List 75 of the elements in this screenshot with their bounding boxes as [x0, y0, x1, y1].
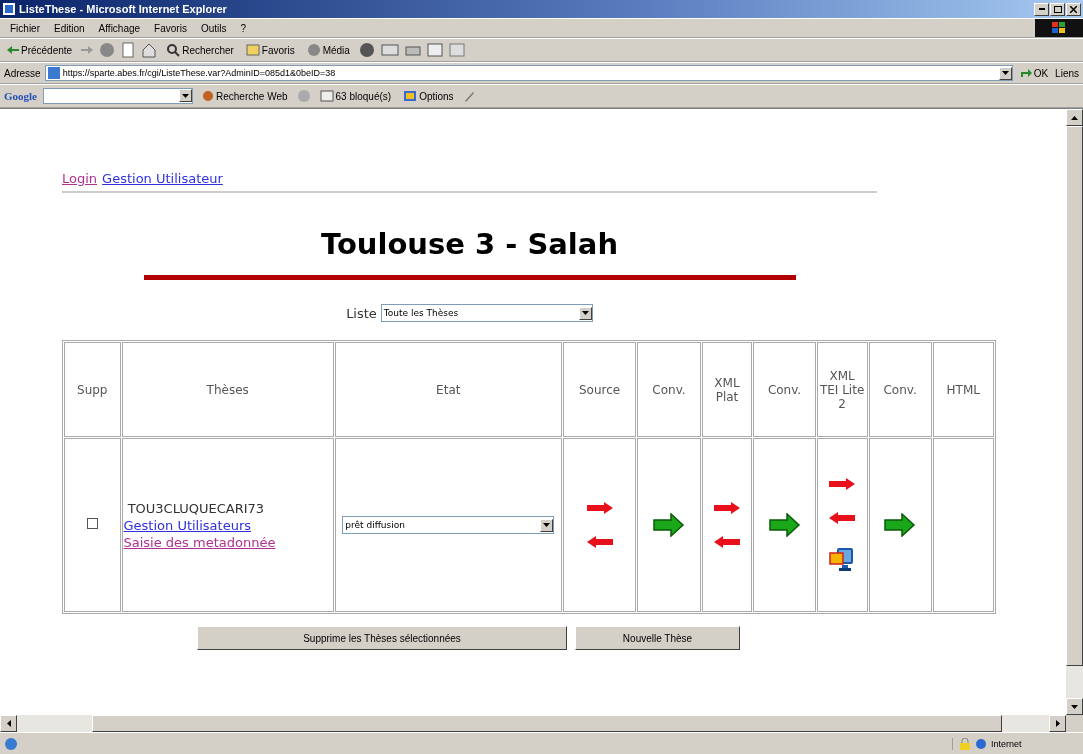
arrow-left-icon[interactable]: [713, 536, 741, 548]
form-button[interactable]: Supprime les Thèses sélectionnées: [197, 626, 567, 650]
search-button[interactable]: Rechercher: [163, 43, 237, 57]
windows-logo-icon: [1035, 19, 1083, 37]
close-icon: [1070, 5, 1077, 13]
column-header: Conv.: [868, 342, 932, 437]
google-logo[interactable]: Google: [4, 90, 37, 102]
nav-link[interactable]: Login: [62, 171, 98, 186]
back-button[interactable]: Précédente: [4, 44, 76, 56]
back-arrow-icon: [7, 46, 19, 54]
address-text: https://sparte.abes.fr/cgi/ListeThese.var?AdminID=085d1&0beID=38: [62, 68, 336, 78]
form-button[interactable]: Nouvelle Thèse: [575, 626, 740, 650]
arrow-right-icon[interactable]: [585, 502, 614, 514]
scroll-right-icon[interactable]: [1055, 720, 1060, 727]
media-button[interactable]: Média: [303, 43, 353, 57]
state-dropdown[interactable]: prêt diffusion: [342, 516, 555, 534]
column-header: Conv.: [637, 342, 701, 437]
menu-item[interactable]: Affichage: [92, 22, 147, 34]
monitor-icon[interactable]: [829, 546, 856, 572]
row-checkbox[interactable]: [86, 518, 98, 529]
lock-icon: [959, 737, 971, 750]
menu-item[interactable]: Edition: [48, 22, 91, 34]
vertical-scrollbar[interactable]: [1066, 109, 1083, 715]
horizontal-scrollbar[interactable]: [0, 715, 1066, 732]
arrow-left-icon[interactable]: [585, 536, 614, 548]
thesis-link[interactable]: Gestion Utilisateurs: [123, 517, 252, 533]
page-heading: Toulouse 3 - Salah: [319, 227, 620, 261]
arrow-right-icon[interactable]: [713, 502, 741, 514]
zone-label: Internet: [991, 738, 1022, 749]
maximize-button[interactable]: [1050, 2, 1065, 16]
list-dropdown[interactable]: Toute les Thèses: [380, 304, 593, 322]
menu-item[interactable]: ?: [234, 22, 253, 34]
minimize-icon: [1038, 8, 1045, 10]
column-header: XML TEI Lite 2: [816, 342, 868, 437]
thesis-link[interactable]: Saisie des metadonnée: [123, 534, 276, 550]
address-field[interactable]: https://sparte.abes.fr/cgi/ListeThese.var?AdminID=085d1&0beID=38: [44, 65, 1013, 81]
popup-blocker-button[interactable]: 63 bloqué(s): [316, 90, 395, 102]
scroll-down-icon[interactable]: [1071, 704, 1078, 709]
column-header: Source: [562, 342, 637, 437]
window-title: ListeThese - Microsoft Internet Explorer: [19, 3, 227, 15]
menu-item[interactable]: Outils: [194, 22, 233, 34]
list-label: Liste: [346, 305, 377, 321]
google-search-field[interactable]: [43, 88, 193, 104]
go-arrow-icon: [1019, 68, 1032, 78]
menu-item[interactable]: Fichier: [4, 22, 46, 34]
column-header: HTML: [932, 342, 994, 437]
column-header: Supp: [64, 342, 121, 437]
column-header: Thèses: [121, 342, 334, 437]
address-label: Adresse: [4, 67, 41, 79]
scroll-left-icon[interactable]: [6, 720, 11, 727]
window-icon: [319, 90, 334, 102]
browser-icon: [2, 2, 16, 16]
close-button[interactable]: [1066, 2, 1081, 16]
home-icon[interactable]: [141, 42, 158, 58]
thesis-id: TOU3CLUQUECARI73: [126, 499, 266, 517]
arrow-right-icon[interactable]: [653, 513, 685, 537]
arrow-right-icon[interactable]: [828, 478, 857, 490]
favorites-button[interactable]: Favoris: [242, 44, 298, 56]
arrow-right-icon[interactable]: [884, 513, 917, 537]
links-label[interactable]: Liens: [1055, 67, 1079, 79]
menu-item[interactable]: Favoris: [148, 22, 193, 34]
arrow-left-icon[interactable]: [828, 512, 857, 524]
column-header: Etat: [334, 342, 562, 437]
minimize-button[interactable]: [1034, 2, 1049, 16]
maximize-icon: [1053, 5, 1062, 13]
nav-link[interactable]: Gestion Utilisateur: [102, 171, 223, 186]
web-search-button[interactable]: Recherche Web: [199, 90, 291, 102]
arrow-right-icon[interactable]: [768, 513, 801, 537]
search-icon: [166, 43, 181, 57]
pencil-icon[interactable]: [462, 90, 475, 102]
go-button[interactable]: OK: [1016, 67, 1052, 79]
scroll-up-icon[interactable]: [1071, 115, 1078, 120]
options-button[interactable]: Options: [400, 90, 457, 102]
column-header: Conv.: [753, 342, 816, 437]
column-header: XML Plat: [701, 342, 753, 437]
